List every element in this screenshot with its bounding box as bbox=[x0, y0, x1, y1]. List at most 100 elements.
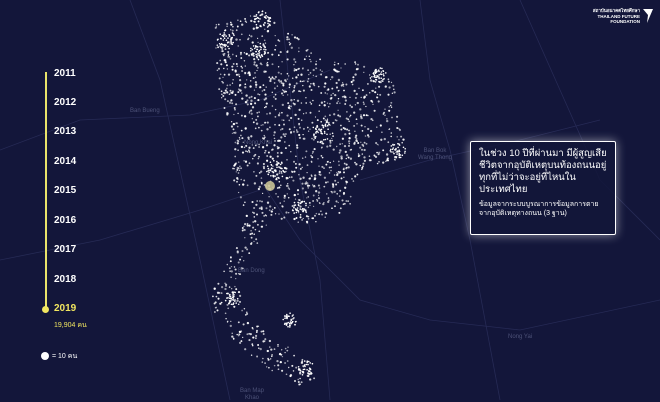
fatality-dot bbox=[327, 121, 330, 124]
fatality-dot bbox=[272, 165, 274, 167]
fatality-dot bbox=[224, 312, 227, 315]
fatality-dot bbox=[333, 190, 336, 193]
fatality-dot bbox=[267, 58, 270, 61]
fatality-dot bbox=[323, 202, 325, 204]
fatality-dot bbox=[288, 212, 290, 214]
fatality-dot bbox=[224, 61, 227, 64]
fatality-dot bbox=[374, 80, 377, 83]
year-2018[interactable]: 2018 bbox=[54, 274, 76, 285]
year-2011[interactable]: 2011 bbox=[54, 68, 76, 79]
fatality-dot bbox=[382, 161, 385, 164]
fatality-dot bbox=[222, 76, 224, 79]
fatality-dot bbox=[307, 69, 309, 71]
fatality-dot bbox=[233, 113, 235, 116]
fatality-dot bbox=[379, 124, 382, 127]
fatality-dot bbox=[216, 309, 219, 312]
fatality-dot bbox=[373, 109, 376, 112]
fatality-dot bbox=[323, 167, 325, 169]
fatality-dot bbox=[362, 162, 365, 165]
fatality-dot bbox=[326, 193, 328, 195]
fatality-dot bbox=[237, 303, 240, 305]
fatality-dot bbox=[269, 126, 271, 129]
fatality-dot bbox=[377, 144, 379, 146]
fatality-dot bbox=[267, 169, 270, 172]
year-2019[interactable]: 2019 bbox=[54, 303, 76, 314]
fatality-dot bbox=[273, 169, 276, 171]
fatality-dot bbox=[268, 23, 271, 26]
fatality-dot bbox=[240, 33, 243, 36]
fatality-dot bbox=[224, 287, 227, 291]
fatality-dot bbox=[254, 228, 257, 231]
fatality-dot bbox=[310, 52, 312, 54]
fatality-dot bbox=[371, 76, 373, 78]
fatality-dot bbox=[255, 329, 259, 332]
year-2012[interactable]: 2012 bbox=[54, 97, 76, 108]
fatality-dot bbox=[244, 160, 248, 163]
fatality-dot bbox=[361, 153, 364, 155]
fatality-dot bbox=[298, 199, 301, 201]
fatality-dot bbox=[386, 119, 389, 123]
fatality-dot bbox=[257, 344, 260, 346]
fatality-dot bbox=[309, 128, 311, 130]
fatality-dot bbox=[296, 189, 300, 192]
fatality-dot bbox=[299, 80, 302, 83]
fatality-dot bbox=[248, 146, 251, 149]
fatality-dot bbox=[288, 38, 290, 41]
fatality-dot bbox=[233, 107, 236, 109]
fatality-dot bbox=[370, 118, 373, 121]
fatality-dot bbox=[354, 96, 357, 99]
fatality-dot bbox=[331, 207, 333, 210]
fatality-dot bbox=[323, 130, 326, 133]
fatality-dot bbox=[261, 63, 263, 66]
fatality-dot bbox=[301, 187, 304, 190]
year-2017[interactable]: 2017 bbox=[54, 244, 76, 255]
year-2013[interactable]: 2013 bbox=[54, 126, 76, 137]
fatality-dot bbox=[238, 75, 241, 78]
fatality-dot bbox=[290, 319, 293, 322]
fatality-dot bbox=[245, 150, 247, 152]
fatality-dot bbox=[354, 89, 356, 92]
fatality-dot bbox=[236, 250, 239, 253]
fatality-dot bbox=[248, 224, 251, 227]
fatality-dot bbox=[244, 314, 247, 316]
fatality-dot bbox=[287, 325, 289, 328]
fatality-dot bbox=[315, 128, 317, 131]
fatality-dot bbox=[273, 207, 276, 209]
fatality-dot bbox=[370, 99, 373, 102]
fatality-dot bbox=[375, 79, 378, 81]
fatality-dot bbox=[259, 45, 262, 48]
fatality-dot bbox=[374, 72, 377, 75]
fatality-dot bbox=[239, 138, 241, 140]
fatality-dot bbox=[347, 156, 350, 159]
fatality-dot bbox=[278, 124, 280, 127]
fatality-dot bbox=[269, 155, 272, 158]
fatality-dot bbox=[299, 205, 302, 208]
fatality-dot bbox=[253, 15, 255, 17]
fatality-dot bbox=[286, 78, 288, 80]
fatality-dot bbox=[276, 187, 279, 189]
year-2014[interactable]: 2014 bbox=[54, 156, 76, 167]
fatality-dot bbox=[293, 170, 296, 173]
fatality-dot bbox=[353, 125, 355, 127]
fatality-dot bbox=[298, 108, 301, 111]
fatality-dot bbox=[226, 263, 229, 266]
fatality-dot bbox=[278, 213, 280, 215]
fatality-dot bbox=[374, 91, 377, 94]
year-2015[interactable]: 2015 bbox=[54, 185, 76, 196]
fatality-dot bbox=[399, 154, 402, 156]
fatality-dot bbox=[309, 111, 312, 114]
fatality-dot bbox=[293, 217, 296, 221]
fatality-dot bbox=[293, 201, 296, 204]
fatality-dot bbox=[295, 217, 298, 219]
fatality-dot bbox=[322, 126, 325, 129]
fatality-dot bbox=[232, 62, 235, 65]
year-2016[interactable]: 2016 bbox=[54, 215, 76, 226]
fatality-dot bbox=[394, 149, 397, 151]
fatality-dot bbox=[229, 324, 232, 328]
fatality-dot bbox=[354, 61, 356, 63]
fatality-dot bbox=[257, 93, 259, 95]
fatality-dot bbox=[312, 184, 314, 186]
fatality-dot bbox=[257, 20, 260, 23]
fatality-dot bbox=[298, 202, 300, 204]
timeline-marker[interactable] bbox=[42, 306, 49, 313]
